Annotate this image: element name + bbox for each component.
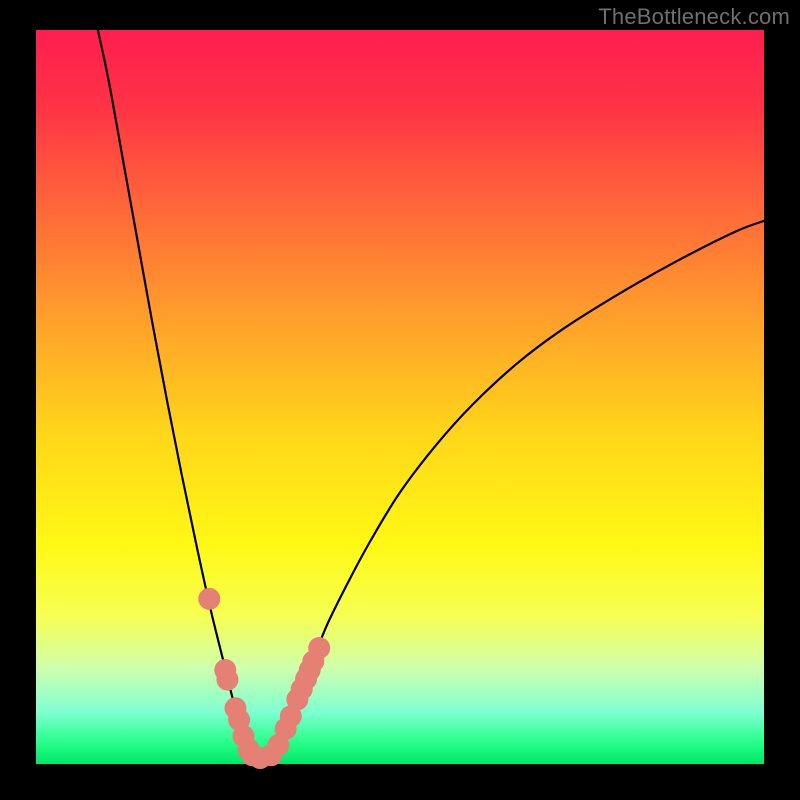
watermark-text: TheBottleneck.com [598,4,790,30]
plot-background [36,30,764,764]
sample-dot [216,669,238,691]
sample-dot [198,588,220,610]
sample-dot [308,637,330,659]
chart-canvas: TheBottleneck.com [0,0,800,800]
chart-svg [0,0,800,800]
